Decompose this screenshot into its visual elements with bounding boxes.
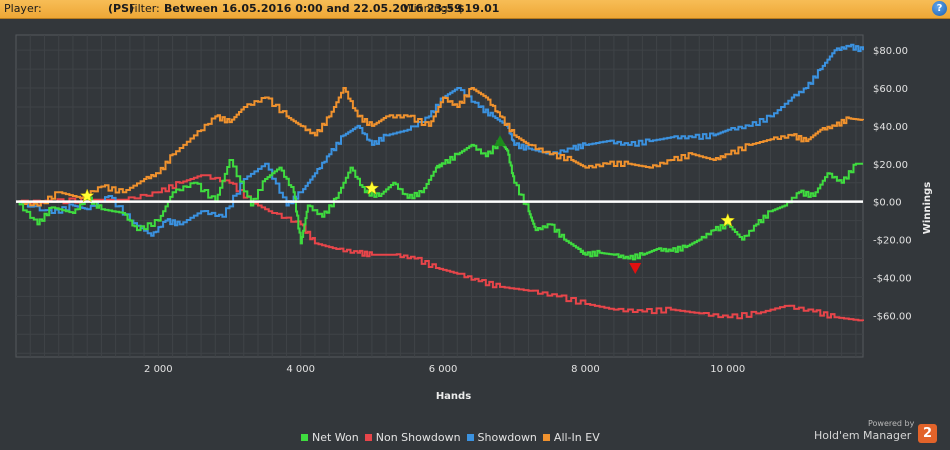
legend-swatch (364, 434, 372, 441)
legend-swatch (542, 434, 550, 441)
x-tick-label: 2 000 (144, 364, 173, 375)
x-tick-label: 4 000 (286, 364, 315, 375)
legend-label: Showdown (477, 431, 537, 444)
legend-item[interactable]: Non Showdown (364, 431, 461, 444)
brand-logo-icon: 2 (918, 424, 937, 443)
plot-area (15, 34, 864, 358)
y-axis-title: Winnings (922, 182, 933, 234)
legend-label: Net Won (312, 431, 359, 444)
y-tick-label: $0.00 (873, 198, 902, 209)
y-tick-label: -$20.00 (873, 236, 912, 247)
y-tick-label: $20.00 (873, 160, 908, 171)
y-tick-label: $80.00 (873, 46, 908, 57)
brand-name: Hold'em Manager (814, 429, 912, 442)
legend-item[interactable]: Showdown (466, 431, 537, 444)
y-tick-label: -$40.00 (873, 273, 912, 284)
player-label: Player: (4, 2, 42, 15)
legend-item[interactable]: All-In EV (542, 431, 600, 444)
x-tick-label: 8 000 (571, 364, 600, 375)
legend-label: All-In EV (553, 431, 600, 444)
winnings-chart: 2 000 4 000 6 000 8 000 10 000 $80.00 $60.00 $4… (15, 34, 933, 402)
winnings-value: $19.01 (457, 2, 500, 15)
legend-swatch (301, 434, 308, 441)
y-tick-label: $60.00 (873, 84, 908, 95)
help-icon[interactable]: ? (932, 1, 947, 16)
legend-label: Non Showdown (375, 431, 461, 444)
filter-label: Filter: (129, 2, 160, 15)
legend-item[interactable]: Net Won (301, 431, 359, 444)
winnings-label: Winnings: (403, 2, 458, 15)
y-tick-label: -$60.00 (873, 311, 912, 322)
y-tick-label: $40.00 (873, 122, 908, 133)
x-axis-title: Hands (436, 391, 471, 402)
x-tick-label: 6 000 (429, 364, 458, 375)
chart-legend: Net Won Non Showdown Showdown All-In EV (301, 431, 606, 444)
filter-bar: Player: (PS) Filter: Between 16.05.2016 … (0, 0, 950, 19)
x-tick-label: 10 000 (710, 364, 745, 375)
legend-swatch (466, 434, 474, 441)
powered-by-label: Powered by (868, 419, 915, 428)
